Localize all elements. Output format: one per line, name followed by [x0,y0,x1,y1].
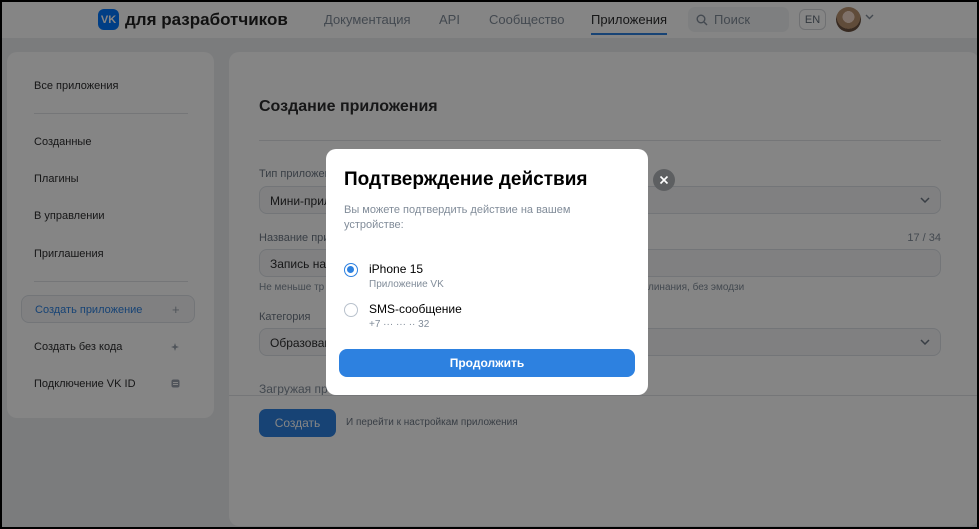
confirm-action-modal: Подтверждение действия Вы можете подтвер… [326,149,648,395]
modal-subtitle: Вы можете подтвердить действие на вашем … [344,204,571,231]
option-sms[interactable]: SMS-сообщение +7 ··· ··· ·· 32 [344,302,624,332]
option-iphone[interactable]: iPhone 15 Приложение VK [344,262,624,292]
modal-title: Подтверждение действия [344,169,588,190]
close-modal-button[interactable] [653,169,675,191]
continue-button[interactable]: Продолжить [339,349,635,377]
close-icon [659,175,669,185]
option-title: SMS-сообщение [369,302,462,316]
radio-iphone[interactable] [344,263,358,277]
radio-sms[interactable] [344,303,358,317]
app-window: VK для разработчиков Документация API Со… [0,0,979,529]
option-subtitle: +7 ··· ··· ·· 32 [369,319,430,330]
option-title: iPhone 15 [369,262,424,276]
option-subtitle: Приложение VK [369,279,444,290]
